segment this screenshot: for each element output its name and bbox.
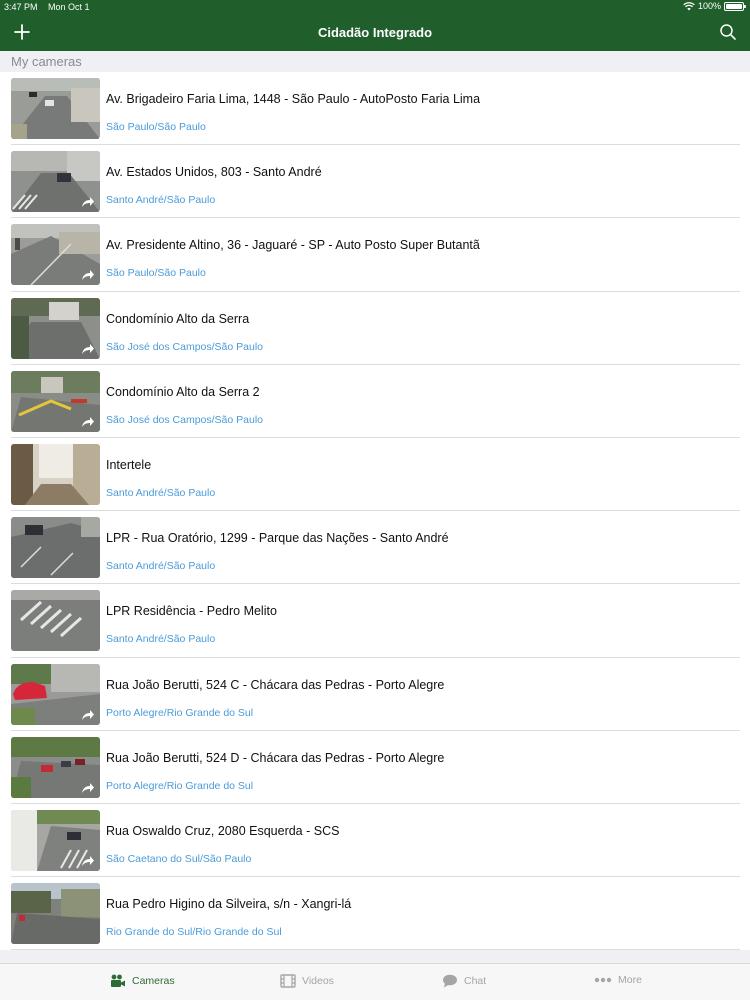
camera-thumbnail: [11, 297, 100, 359]
camera-location: São José dos Campos/São Paulo: [106, 413, 264, 426]
tab-chat[interactable]: Chat: [442, 974, 486, 988]
tab-label: Videos: [302, 975, 334, 987]
search-button[interactable]: [718, 22, 738, 42]
camera-location: São Paulo/São Paulo: [106, 121, 206, 133]
camera-thumbnail: [11, 590, 100, 652]
camera-row[interactable]: LPR Residência - Pedro Melito Santo Andr…: [0, 584, 750, 658]
camera-row[interactable]: Av. Presidente Altino, 36 - Jaguaré - SP…: [0, 218, 750, 292]
camera-location: Santo André/São Paulo: [106, 194, 216, 207]
camera-name: Rua João Berutti, 524 D - Chácara das Pe…: [106, 750, 445, 765]
camera-row[interactable]: Condomínio Alto da Serra 2 São José dos …: [0, 365, 750, 438]
status-bar: 3:47 PM Mon Oct 1 100%: [0, 0, 750, 14]
camera-row[interactable]: Rua João Berutti, 524 C - Chácara das Pe…: [0, 658, 750, 731]
tab-label: More: [618, 974, 642, 986]
camera-location: Santo André/São Paulo: [106, 560, 216, 573]
status-time: 3:47 PM: [4, 2, 38, 12]
camera-location: Santo André/São Paulo: [106, 486, 216, 499]
camera-list: Av. Brigadeiro Faria Lima, 1448 - São Pa…: [0, 72, 750, 951]
share-icon: [82, 709, 94, 720]
share-icon: [82, 855, 94, 866]
camera-location: Santo André/São Paulo: [106, 633, 216, 646]
camera-thumbnail: [11, 736, 100, 798]
camera-thumbnail: [11, 517, 100, 579]
camera-name: LPR - Rua Oratório, 1299 - Parque das Na…: [106, 531, 449, 546]
film-icon: [280, 974, 296, 988]
camera-location: São Paulo/São Paulo: [106, 267, 206, 280]
tab-more[interactable]: More: [594, 974, 642, 986]
share-icon: [82, 270, 94, 281]
camera-thumbnail: [11, 151, 100, 213]
camera-thumbnail: [11, 370, 100, 432]
status-date: Mon Oct 1: [48, 2, 90, 12]
camera-row[interactable]: LPR - Rua Oratório, 1299 - Parque das Na…: [0, 511, 750, 585]
camera-row[interactable]: Rua Oswaldo Cruz, 2080 Esquerda - SCS Sã…: [0, 804, 750, 878]
camera-location: São Caetano do Sul/São Paulo: [106, 852, 252, 865]
camera-row[interactable]: Rua Pedro Higino da Silveira, s/n - Xang…: [0, 877, 750, 951]
camera-row[interactable]: Intertele Santo André/São Paulo: [0, 438, 750, 512]
battery-icon: [724, 1, 746, 11]
chat-bubble-icon: [443, 974, 457, 988]
camera-name: Rua Oswaldo Cruz, 2080 Esquerda - SCS: [106, 823, 340, 838]
camera-name: Av. Presidente Altino, 36 - Jaguaré - SP…: [106, 238, 480, 253]
battery-percent: 100%: [697, 1, 721, 11]
camera-thumbnail: [11, 809, 100, 871]
wifi-icon: [683, 1, 695, 10]
camera-thumbnail: [11, 224, 100, 286]
camera-name: Intertele: [106, 457, 152, 472]
navigation-bar: Cidadão Integrado: [0, 14, 750, 51]
camera-location: Porto Alegre/Rio Grande do Sul: [106, 706, 254, 719]
camera-name: Condomínio Alto da Serra 2: [106, 384, 260, 399]
tab-bar: Cameras Videos Chat More: [0, 963, 750, 1000]
camera-location: São José dos Campos/São Paulo: [106, 340, 264, 353]
tab-videos[interactable]: Videos: [280, 974, 334, 988]
camera-location: Porto Alegre/Rio Grande do Sul: [106, 779, 254, 792]
share-icon: [82, 197, 94, 208]
camera-name: LPR Residência - Pedro Melito: [106, 604, 277, 619]
camera-location: Rio Grande do Sul/Rio Grande do Sul: [106, 926, 282, 939]
camera-row[interactable]: Condomínio Alto da Serra São José dos Ca…: [0, 292, 750, 365]
share-icon: [82, 416, 94, 427]
camera-thumbnail: [11, 443, 100, 505]
share-icon: [82, 782, 94, 793]
camera-name: Rua Pedro Higino da Silveira, s/n - Xang…: [106, 897, 352, 912]
camera-name: Av. Estados Unidos, 803 - Santo André: [106, 165, 322, 180]
more-dots-icon: [594, 977, 612, 983]
camera-icon: [111, 974, 125, 987]
share-icon: [82, 343, 94, 354]
camera-name: Av. Brigadeiro Faria Lima, 1448 - São Pa…: [106, 92, 481, 106]
status-right: 100%: [683, 1, 746, 11]
row-divider: [11, 949, 740, 951]
tab-cameras[interactable]: Cameras: [110, 974, 175, 988]
camera-row[interactable]: Av. Estados Unidos, 803 - Santo André Sa…: [0, 145, 750, 219]
camera-thumbnail: [11, 663, 100, 725]
camera-row[interactable]: Rua João Berutti, 524 D - Chácara das Pe…: [0, 731, 750, 804]
camera-name: Condomínio Alto da Serra: [106, 311, 250, 326]
camera-thumbnail: [11, 883, 100, 945]
tab-label: Cameras: [132, 975, 175, 987]
search-icon: [720, 24, 736, 40]
camera-name: Rua João Berutti, 524 C - Chácara das Pe…: [106, 677, 445, 692]
camera-row[interactable]: Av. Brigadeiro Faria Lima, 1448 - São Pa…: [0, 72, 750, 146]
tab-label: Chat: [464, 975, 487, 987]
section-header: My cameras: [0, 51, 750, 72]
camera-thumbnail: [11, 78, 100, 139]
page-title: Cidadão Integrado: [317, 25, 433, 40]
